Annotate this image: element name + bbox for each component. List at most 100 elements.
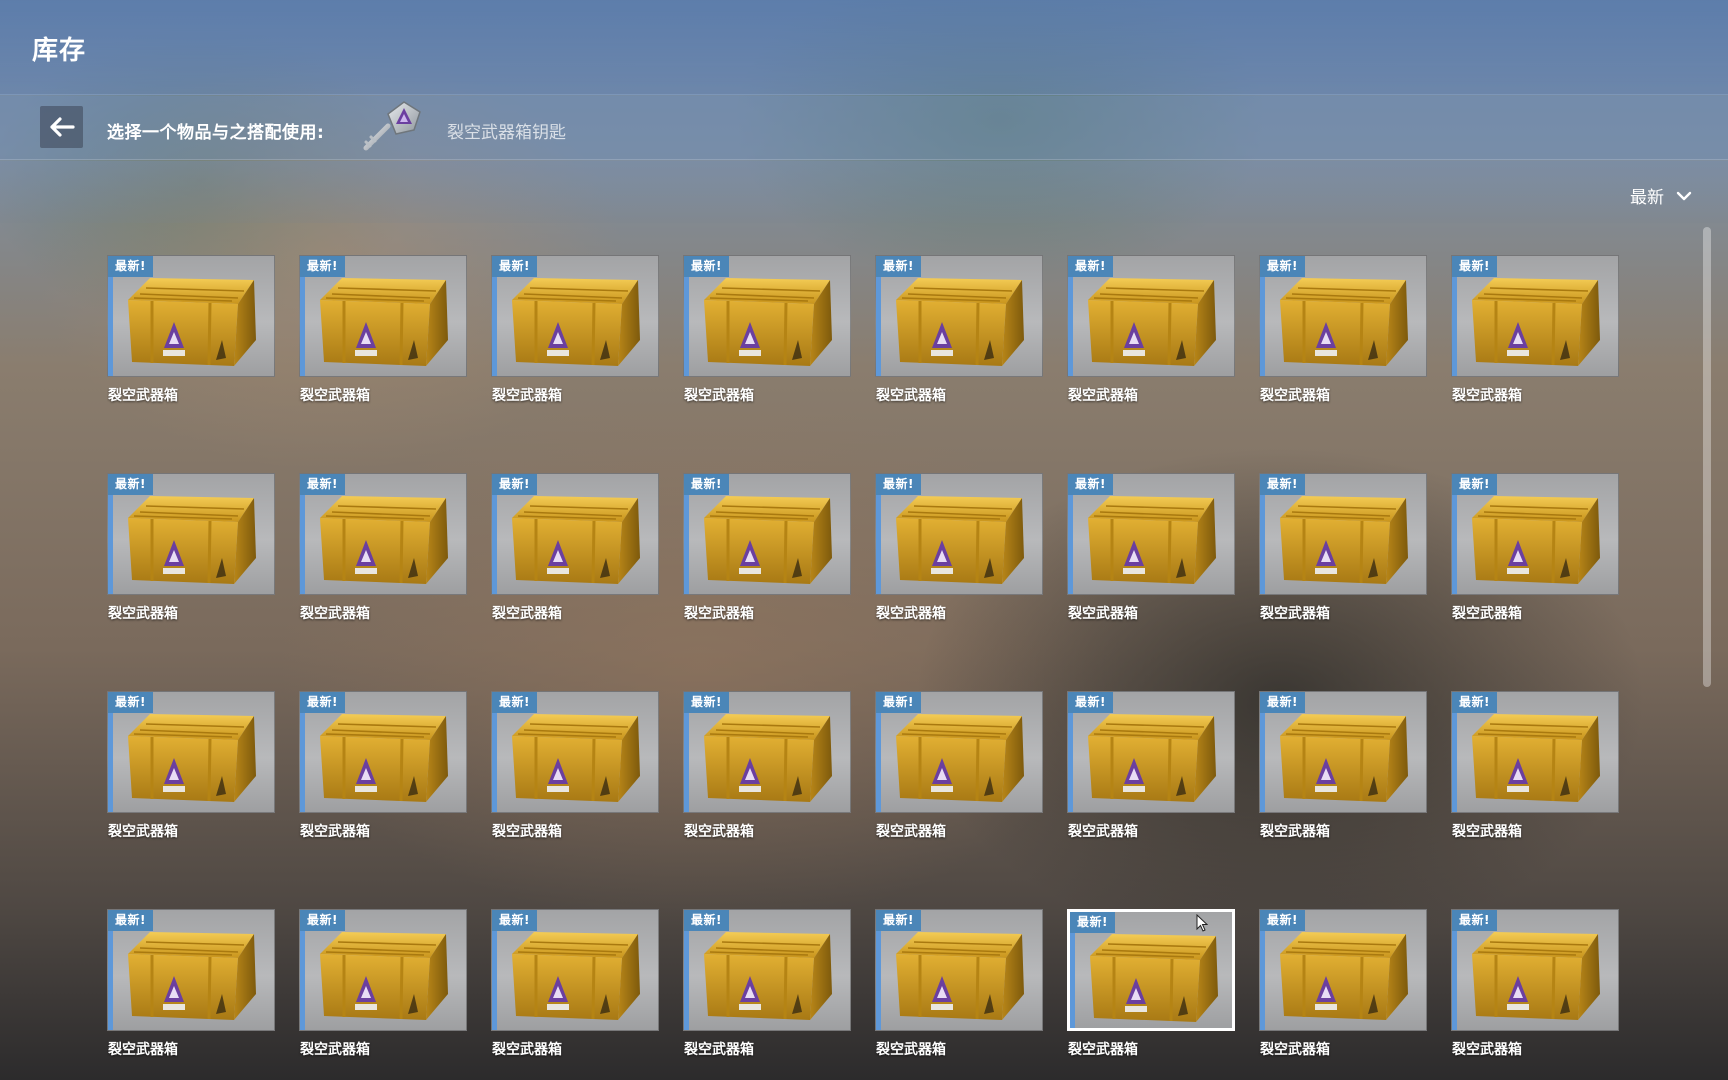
new-badge: 最新! bbox=[1452, 692, 1497, 713]
inventory-item[interactable]: 最新! 裂空武器箱 bbox=[875, 255, 1043, 405]
item-image: 最新! bbox=[107, 909, 275, 1031]
item-image: 最新! bbox=[683, 255, 851, 377]
page-title: 库存 bbox=[32, 36, 87, 66]
inventory-item[interactable]: 最新! 裂空武器箱 bbox=[1067, 909, 1235, 1059]
inventory-item[interactable]: 最新! 裂空武器箱 bbox=[1451, 473, 1619, 623]
weapon-case-icon bbox=[512, 714, 640, 802]
new-badge: 最新! bbox=[1260, 910, 1305, 931]
inventory-item[interactable]: 最新! 裂空武器箱 bbox=[1067, 473, 1235, 623]
item-image: 最新! bbox=[107, 473, 275, 595]
inventory-item[interactable]: 最新! 裂空武器箱 bbox=[1259, 255, 1427, 405]
item-image: 最新! bbox=[683, 691, 851, 813]
item-image: 最新! bbox=[1451, 691, 1619, 813]
weapon-case-icon bbox=[1280, 714, 1408, 802]
inventory-item[interactable]: 最新! 裂空武器箱 bbox=[107, 255, 275, 405]
new-badge: 最新! bbox=[300, 910, 345, 931]
weapon-case-icon bbox=[320, 714, 448, 802]
item-name: 裂空武器箱 bbox=[1260, 606, 1330, 622]
inventory-item[interactable]: 最新! 裂空武器箱 bbox=[1259, 691, 1427, 841]
item-name: 裂空武器箱 bbox=[300, 388, 370, 404]
new-badge: 最新! bbox=[684, 256, 729, 277]
inventory-item[interactable]: 最新! 裂空武器箱 bbox=[683, 909, 851, 1059]
inventory-item[interactable]: 最新! 裂空武器箱 bbox=[1451, 909, 1619, 1059]
item-name: 裂空武器箱 bbox=[1452, 388, 1522, 404]
inventory-grid: 最新! 裂空武器箱 最新! 裂空武器箱 最新! 裂空武器箱 最新! 裂空武器箱 … bbox=[107, 255, 1627, 1080]
inventory-item[interactable]: 最新! 裂空武器箱 bbox=[107, 691, 275, 841]
inventory-item[interactable]: 最新! 裂空武器箱 bbox=[875, 909, 1043, 1059]
inventory-item[interactable]: 最新! 裂空武器箱 bbox=[875, 473, 1043, 623]
item-image: 最新! bbox=[875, 691, 1043, 813]
sort-dropdown[interactable]: 最新 bbox=[1630, 183, 1692, 208]
inventory-item[interactable]: 最新! 裂空武器箱 bbox=[491, 909, 659, 1059]
inventory-item[interactable]: 最新! 裂空武器箱 bbox=[491, 473, 659, 623]
item-image: 最新! bbox=[1259, 909, 1427, 1031]
new-badge: 最新! bbox=[1452, 474, 1497, 495]
new-badge: 最新! bbox=[876, 256, 921, 277]
item-image: 最新! bbox=[683, 909, 851, 1031]
new-badge: 最新! bbox=[492, 692, 537, 713]
weapon-case-icon bbox=[320, 496, 448, 584]
item-name: 裂空武器箱 bbox=[1068, 606, 1138, 622]
weapon-case-icon bbox=[320, 278, 448, 366]
item-name: 裂空武器箱 bbox=[492, 824, 562, 840]
new-badge: 最新! bbox=[1068, 692, 1113, 713]
weapon-case-icon bbox=[704, 278, 832, 366]
new-badge: 最新! bbox=[876, 474, 921, 495]
inventory-item[interactable]: 最新! 裂空武器箱 bbox=[1259, 909, 1427, 1059]
item-name: 裂空武器箱 bbox=[1068, 824, 1138, 840]
weapon-case-icon bbox=[1280, 278, 1408, 366]
item-image: 最新! bbox=[1259, 691, 1427, 813]
item-image: 最新! bbox=[683, 473, 851, 595]
item-name: 裂空武器箱 bbox=[1260, 388, 1330, 404]
weapon-case-icon bbox=[896, 278, 1024, 366]
new-badge: 最新! bbox=[684, 910, 729, 931]
inventory-item[interactable]: 最新! 裂空武器箱 bbox=[1067, 691, 1235, 841]
weapon-case-icon bbox=[1280, 496, 1408, 584]
inventory-item[interactable]: 最新! 裂空武器箱 bbox=[299, 909, 467, 1059]
inventory-item[interactable]: 最新! 裂空武器箱 bbox=[107, 473, 275, 623]
new-badge: 最新! bbox=[1260, 256, 1305, 277]
weapon-case-icon bbox=[1472, 278, 1600, 366]
weapon-case-icon bbox=[320, 932, 448, 1020]
inventory-item[interactable]: 最新! 裂空武器箱 bbox=[299, 473, 467, 623]
back-button[interactable] bbox=[40, 106, 83, 148]
item-name: 裂空武器箱 bbox=[1260, 824, 1330, 840]
weapon-case-icon bbox=[512, 932, 640, 1020]
inventory-item[interactable]: 最新! 裂空武器箱 bbox=[299, 255, 467, 405]
inventory-item[interactable]: 最新! 裂空武器箱 bbox=[491, 691, 659, 841]
new-badge: 最新! bbox=[1068, 256, 1113, 277]
item-name: 裂空武器箱 bbox=[300, 824, 370, 840]
inventory-item[interactable]: 最新! 裂空武器箱 bbox=[1067, 255, 1235, 405]
item-image: 最新! bbox=[491, 909, 659, 1031]
weapon-case-icon bbox=[704, 496, 832, 584]
inventory-item[interactable]: 最新! 裂空武器箱 bbox=[491, 255, 659, 405]
new-badge: 最新! bbox=[1070, 912, 1115, 933]
inventory-item[interactable]: 最新! 裂空武器箱 bbox=[107, 909, 275, 1059]
item-name: 裂空武器箱 bbox=[492, 606, 562, 622]
inventory-item[interactable]: 最新! 裂空武器箱 bbox=[683, 255, 851, 405]
item-name: 裂空武器箱 bbox=[684, 1042, 754, 1058]
key-item-name: 裂空武器箱钥匙 bbox=[447, 123, 566, 143]
weapon-case-icon bbox=[704, 932, 832, 1020]
weapon-case-icon bbox=[1280, 932, 1408, 1020]
new-badge: 最新! bbox=[300, 256, 345, 277]
new-badge: 最新! bbox=[1260, 692, 1305, 713]
weapon-case-icon bbox=[1088, 278, 1216, 366]
weapon-case-icon bbox=[128, 278, 256, 366]
inventory-item[interactable]: 最新! 裂空武器箱 bbox=[683, 691, 851, 841]
item-name: 裂空武器箱 bbox=[108, 1042, 178, 1058]
item-image: 最新! bbox=[1067, 909, 1235, 1031]
weapon-case-icon bbox=[1472, 714, 1600, 802]
inventory-item[interactable]: 最新! 裂空武器箱 bbox=[1451, 691, 1619, 841]
inventory-item[interactable]: 最新! 裂空武器箱 bbox=[875, 691, 1043, 841]
inventory-item[interactable]: 最新! 裂空武器箱 bbox=[1259, 473, 1427, 623]
scrollbar[interactable] bbox=[1703, 227, 1711, 687]
item-image: 最新! bbox=[1259, 473, 1427, 595]
item-image: 最新! bbox=[107, 691, 275, 813]
inventory-item[interactable]: 最新! 裂空武器箱 bbox=[683, 473, 851, 623]
inventory-item[interactable]: 最新! 裂空武器箱 bbox=[1451, 255, 1619, 405]
weapon-case-icon bbox=[128, 932, 256, 1020]
item-image: 最新! bbox=[107, 255, 275, 377]
inventory-item[interactable]: 最新! 裂空武器箱 bbox=[299, 691, 467, 841]
item-name: 裂空武器箱 bbox=[876, 1042, 946, 1058]
